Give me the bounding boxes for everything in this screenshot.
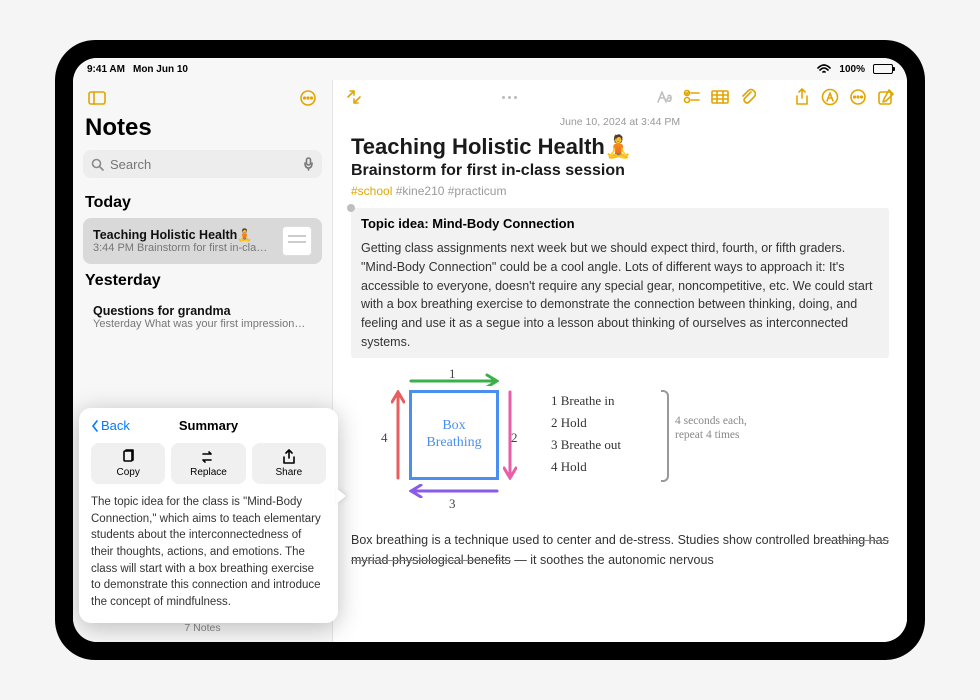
note-body[interactable]: June 10, 2024 at 3:44 PM Teaching Holist… xyxy=(333,114,907,642)
doc-subtitle: Brainstorm for first in-class session xyxy=(351,162,889,180)
compose-icon[interactable] xyxy=(875,86,897,108)
sketch-diagram: Box Breathing 1 2 3 4 1 Breathe in 2 Hol… xyxy=(361,372,889,522)
note-thumbnail-icon xyxy=(282,226,312,256)
highlighted-selection[interactable]: Topic idea: Mind-Body Connection Getting… xyxy=(351,208,889,358)
paragraph: Box breathing is a technique used to cen… xyxy=(351,530,889,570)
copy-icon xyxy=(120,449,136,465)
editor-toolbar xyxy=(333,80,907,114)
sketch-num: 4 xyxy=(381,430,388,446)
battery-percent: 100% xyxy=(839,64,865,75)
sidebar: Notes Today Teaching Holistic Health🧘 3:… xyxy=(73,80,333,642)
sidebar-title: Notes xyxy=(73,112,332,150)
share-button[interactable]: Share xyxy=(252,443,326,484)
more-icon[interactable] xyxy=(296,86,320,110)
sidebar-toggle-icon[interactable] xyxy=(85,86,109,110)
note-item-active[interactable]: Teaching Holistic Health🧘 3:44 PM Brains… xyxy=(83,218,322,264)
box-label: Box Breathing xyxy=(426,418,481,452)
note-editor: June 10, 2024 at 3:44 PM Teaching Holist… xyxy=(333,80,907,642)
paragraph: Getting class assignments next week but … xyxy=(361,239,879,352)
status-date: Mon Jun 10 xyxy=(133,64,188,75)
share-note-icon[interactable] xyxy=(791,86,813,108)
doc-tags[interactable]: #school #kine210 #practicum xyxy=(351,184,889,198)
more-editor-icon[interactable] xyxy=(847,86,869,108)
fullscreen-icon[interactable] xyxy=(343,86,365,108)
note-item-subtitle: Yesterday What was your first impression… xyxy=(93,318,312,330)
section-today: Today xyxy=(73,188,332,216)
search-icon xyxy=(91,158,104,171)
copy-button[interactable]: Copy xyxy=(91,443,165,484)
box-rect: Box Breathing xyxy=(409,390,499,480)
sketch-num: 3 xyxy=(449,496,456,512)
markup-icon[interactable] xyxy=(819,86,841,108)
note-item-subtitle: 3:44 PM Brainstorm for first in-cla… xyxy=(93,242,274,254)
checklist-icon[interactable] xyxy=(681,86,703,108)
topic-heading: Topic idea: Mind-Body Connection xyxy=(361,216,879,231)
chevron-left-icon xyxy=(91,420,99,432)
wifi-icon xyxy=(817,64,831,74)
search-input[interactable] xyxy=(110,157,297,172)
summary-popover: Back Summary Copy Replace xyxy=(79,408,338,623)
note-item[interactable]: Questions for grandma Yesterday What was… xyxy=(83,296,322,338)
search-field[interactable] xyxy=(83,150,322,178)
text-format-icon[interactable] xyxy=(653,86,675,108)
sketch-num: 1 xyxy=(449,366,456,382)
back-button[interactable]: Back xyxy=(91,418,130,433)
note-item-title: Questions for grandma xyxy=(93,304,312,318)
sketch-steps: 1 Breathe in 2 Hold 3 Breathe out 4 Hold xyxy=(551,390,621,478)
battery-icon xyxy=(873,64,893,74)
table-icon[interactable] xyxy=(709,86,731,108)
attachment-icon[interactable] xyxy=(737,86,759,108)
bracket-text: 4 seconds each, repeat 4 times xyxy=(675,414,747,444)
multitask-dots-icon[interactable] xyxy=(502,96,517,99)
note-date: June 10, 2024 at 3:44 PM xyxy=(351,116,889,128)
selection-handle-icon[interactable] xyxy=(347,204,355,212)
status-time: 9:41 AM xyxy=(87,64,125,75)
bracket-icon xyxy=(661,390,669,482)
section-yesterday: Yesterday xyxy=(73,266,332,294)
ipad-frame: 9:41 AM Mon Jun 10 100% xyxy=(55,40,925,660)
dictate-icon[interactable] xyxy=(303,157,314,171)
doc-title: Teaching Holistic Health🧘 xyxy=(351,134,889,160)
replace-button[interactable]: Replace xyxy=(171,443,245,484)
summary-text: The topic idea for the class is "Mind-Bo… xyxy=(91,494,326,611)
summary-title: Summary xyxy=(179,418,238,433)
share-icon xyxy=(281,449,297,465)
status-bar: 9:41 AM Mon Jun 10 100% xyxy=(73,58,907,80)
arrow-left xyxy=(391,390,405,480)
replace-icon xyxy=(200,449,216,465)
note-item-title: Teaching Holistic Health xyxy=(93,228,237,242)
sketch-num: 2 xyxy=(511,430,518,446)
screen: 9:41 AM Mon Jun 10 100% xyxy=(73,58,907,642)
